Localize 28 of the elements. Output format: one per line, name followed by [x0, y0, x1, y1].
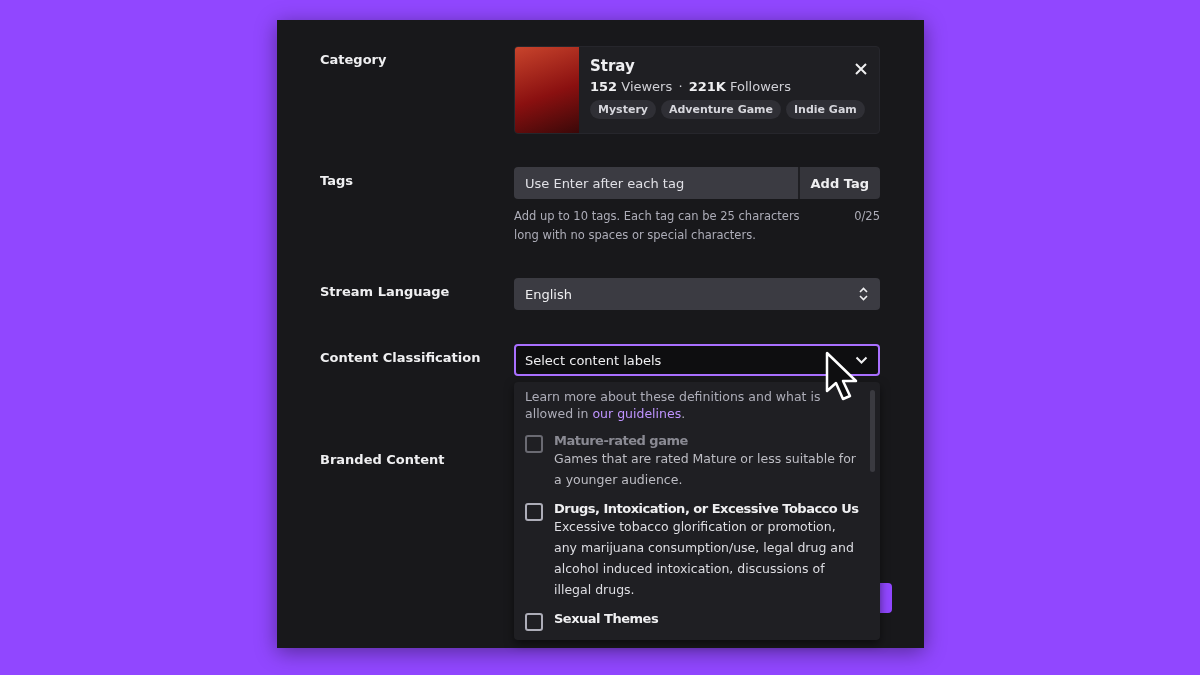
language-select[interactable]: English [514, 278, 880, 310]
option-title: Mature-rated game [554, 433, 689, 448]
tag-chip[interactable]: Indie Gam [786, 100, 865, 119]
option-title: Drugs, Intoxication, or Excessive Tobacco Us [554, 501, 859, 516]
game-stats: 152 Viewers · 221K Followers [590, 79, 792, 94]
content-labels-dropdown[interactable]: Select content labels [514, 344, 880, 376]
checkbox[interactable] [525, 613, 543, 631]
close-icon[interactable] [855, 63, 867, 75]
tag-chip[interactable]: Mystery [590, 100, 656, 119]
field-label: Tags [320, 172, 354, 190]
intro-text: Learn more about these definitions and what is allowed in our guidelines. [525, 388, 822, 422]
field-label: Branded Content [320, 451, 446, 469]
tag-input-field[interactable]: Use Enter after each tag [514, 167, 798, 199]
field-label: Category [320, 51, 388, 69]
tag-chip[interactable]: Adventure Game [661, 100, 781, 119]
help-text: Add up to 10 tags. Each tag can be 25 characters long with no spaces or special characters. [514, 208, 801, 244]
chevron-down-icon [855, 356, 868, 364]
sort-arrows-icon [859, 287, 868, 301]
option-description: Games that are rated Mature or less suitable for a younger audience. [554, 450, 857, 489]
checkbox[interactable] [525, 503, 543, 521]
field-label: Stream Language [320, 283, 451, 301]
add-tag-button[interactable]: Add Tag [797, 167, 880, 199]
option-description: Excessive tobacco glorification or promotion, any marijuana consumption/use, legal drug and alcohol induced intoxication, discussions of illegal drugs. [554, 518, 855, 599]
character-counter: 0/25 [854, 208, 880, 225]
option-title: Sexual Themes [554, 611, 659, 626]
pointer-cursor-icon [825, 351, 859, 403]
field-label: Content Classification [320, 349, 482, 367]
game-title: Stray [590, 57, 635, 75]
